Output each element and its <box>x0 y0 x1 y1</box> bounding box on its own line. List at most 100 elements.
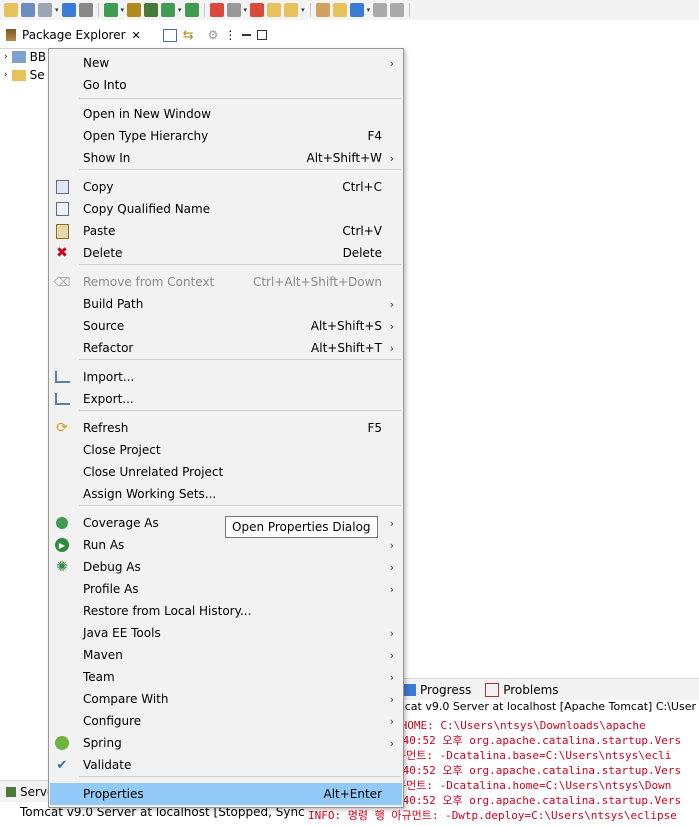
main-toolbar: ▾ ▾ ▾ ▾ ▾ ▾ <box>0 0 699 20</box>
dropdown-arrow-icon[interactable]: ▾ <box>178 6 182 14</box>
menu-item-open-type-hierarchy[interactable]: Open Type Hierarchy F4 <box>50 125 402 147</box>
menu-item-assign-working-sets[interactable]: Assign Working Sets... <box>50 483 402 505</box>
menu-item-spring[interactable]: Spring › <box>50 732 402 754</box>
toolbar-button-icon[interactable] <box>4 3 18 17</box>
menu-item-label: Remove from Context <box>83 275 215 289</box>
menu-item-java-ee-tools[interactable]: Java EE Tools › <box>50 622 402 644</box>
toolbar-button-icon[interactable] <box>103 3 118 17</box>
menu-item-label: New <box>83 56 110 70</box>
menu-item-restore-from-local-history[interactable]: Restore from Local History... <box>50 600 402 622</box>
menu-item-close-unrelated-project[interactable]: Close Unrelated Project <box>50 461 402 483</box>
menu-item-open-in-new-window[interactable]: Open in New Window <box>50 103 402 125</box>
submenu-arrow-icon: › <box>389 736 394 750</box>
menu-item-accelerator: Alt+Enter <box>323 787 382 801</box>
dropdown-arrow-icon[interactable]: ▾ <box>55 6 59 14</box>
menu-item-copy-qualified-name[interactable]: Copy Qualified Name <box>50 198 402 220</box>
toolbar-button-icon[interactable] <box>284 3 299 17</box>
menu-item-debug-as[interactable]: ✺ Debug As › <box>50 556 402 578</box>
menu-item-label: Profile As <box>83 582 139 596</box>
menu-item-refactor[interactable]: Refactor Alt+Shift+T › <box>50 337 402 359</box>
menu-item-source[interactable]: Source Alt+Shift+S › <box>50 315 402 337</box>
toolbar-button-icon[interactable] <box>21 3 35 17</box>
menu-item-profile-as[interactable]: Profile As › <box>50 578 402 600</box>
menu-item-show-in[interactable]: Show In Alt+Shift+W › <box>50 147 402 169</box>
toolbar-button-icon[interactable] <box>226 3 241 17</box>
menu-item-label: Coverage As <box>83 516 159 530</box>
toolbar-button-icon[interactable] <box>144 3 159 17</box>
maximize-icon[interactable] <box>257 30 268 40</box>
menu-item-accelerator: Delete <box>342 246 382 260</box>
dropdown-arrow-icon[interactable]: ▾ <box>301 6 305 14</box>
paste-icon <box>54 223 70 239</box>
toolbar-button-icon[interactable] <box>373 3 388 17</box>
toolbar-button-icon[interactable] <box>38 3 52 17</box>
link-editor-icon[interactable]: ⇆ <box>183 28 194 43</box>
menu-item-build-path[interactable]: Build Path › <box>50 293 402 315</box>
submenu-arrow-icon: › <box>389 56 394 70</box>
menu-item-accelerator: Alt+Shift+W <box>306 151 383 165</box>
toolbar-button-icon[interactable] <box>61 3 76 17</box>
menu-item-copy[interactable]: Copy Ctrl+C <box>50 176 402 198</box>
tree-item-servers[interactable]: › Se <box>4 66 45 84</box>
toolbar-button-icon[interactable] <box>250 3 265 17</box>
menu-item-accelerator: Ctrl+V <box>342 224 382 238</box>
menu-item-validate[interactable]: ✔ Validate <box>50 754 402 776</box>
expand-arrow-icon[interactable]: › <box>4 52 8 62</box>
menu-item-label: Refactor <box>83 341 134 355</box>
tooltip: Open Properties Dialog <box>225 516 378 538</box>
menu-item-paste[interactable]: Paste Ctrl+V <box>50 220 402 242</box>
menu-item-label: Copy <box>83 180 114 194</box>
dropdown-arrow-icon[interactable]: ▾ <box>367 6 371 14</box>
toolbar-button-icon[interactable] <box>349 3 364 17</box>
filter-icon[interactable]: ⚙ <box>208 28 219 42</box>
dropdown-arrow-icon[interactable]: ▾ <box>244 6 248 14</box>
menu-separator <box>79 264 401 265</box>
minimize-icon[interactable] <box>242 34 252 36</box>
tab-problems-label: Problems <box>503 682 559 697</box>
toolbar-button-icon[interactable] <box>184 3 199 17</box>
menu-item-export[interactable]: Export... <box>50 388 402 410</box>
folder-icon <box>11 69 26 81</box>
toolbar-button-icon[interactable] <box>267 3 282 17</box>
package-explorer-tab[interactable]: Package Explorer ✕ ⇆ ⚙ ⋮ <box>0 23 274 47</box>
toolbar-button-icon[interactable] <box>78 3 93 17</box>
import-icon <box>54 369 70 385</box>
menu-item-accelerator: Alt+Shift+S <box>310 319 382 333</box>
tree-item-project[interactable]: › BB <box>4 48 46 66</box>
menu-item-compare-with[interactable]: Compare With › <box>50 688 402 710</box>
menu-item-maven[interactable]: Maven › <box>50 644 402 666</box>
menu-item-refresh[interactable]: ⟳ Refresh F5 <box>50 417 402 439</box>
menu-item-new[interactable]: New › <box>50 52 402 74</box>
menu-item-team[interactable]: Team › <box>50 666 402 688</box>
collapse-all-icon[interactable] <box>162 28 177 42</box>
console-line: INFO: 명령 행 아규먼트: -Dwtp.deploy=C:\Users\n… <box>308 809 677 822</box>
dropdown-arrow-icon[interactable]: ▾ <box>121 6 125 14</box>
menu-item-configure[interactable]: Configure › <box>50 710 402 732</box>
context-menu: New › Go Into Open in New Window Open Type H… <box>48 48 404 808</box>
toolbar-button-icon[interactable] <box>161 3 176 17</box>
menu-item-go-into[interactable]: Go Into <box>50 74 402 96</box>
spring-icon <box>54 735 70 751</box>
menu-item-label: Build Path <box>83 297 144 311</box>
tab-progress[interactable]: Progress <box>404 683 471 697</box>
toolbar-button-icon[interactable] <box>209 3 224 17</box>
toolbar-button-icon[interactable] <box>390 3 405 17</box>
close-icon[interactable]: ✕ <box>132 29 141 42</box>
menu-item-label: Source <box>83 319 125 333</box>
tab-problems[interactable]: Problems <box>485 682 559 697</box>
menu-separator <box>79 505 401 506</box>
menu-item-label: Run As <box>83 538 125 552</box>
expand-arrow-icon[interactable]: › <box>4 70 8 80</box>
menu-item-label: Import... <box>83 370 135 384</box>
menu-item-close-project[interactable]: Close Project <box>50 439 402 461</box>
menu-item-label: Copy Qualified Name <box>83 202 211 216</box>
view-menu-icon[interactable]: ⋮ <box>224 28 236 42</box>
toolbar-button-icon[interactable] <box>127 3 142 17</box>
menu-item-properties[interactable]: Properties Alt+Enter <box>50 783 402 805</box>
toolbar-button-icon[interactable] <box>315 3 330 17</box>
menu-item-import[interactable]: Import... <box>50 366 402 388</box>
menu-item-label: Go Into <box>83 78 127 92</box>
toolbar-button-icon[interactable] <box>332 3 347 17</box>
menu-item-label: Configure <box>83 714 142 728</box>
menu-item-delete[interactable]: ✖ Delete Delete <box>50 242 402 264</box>
